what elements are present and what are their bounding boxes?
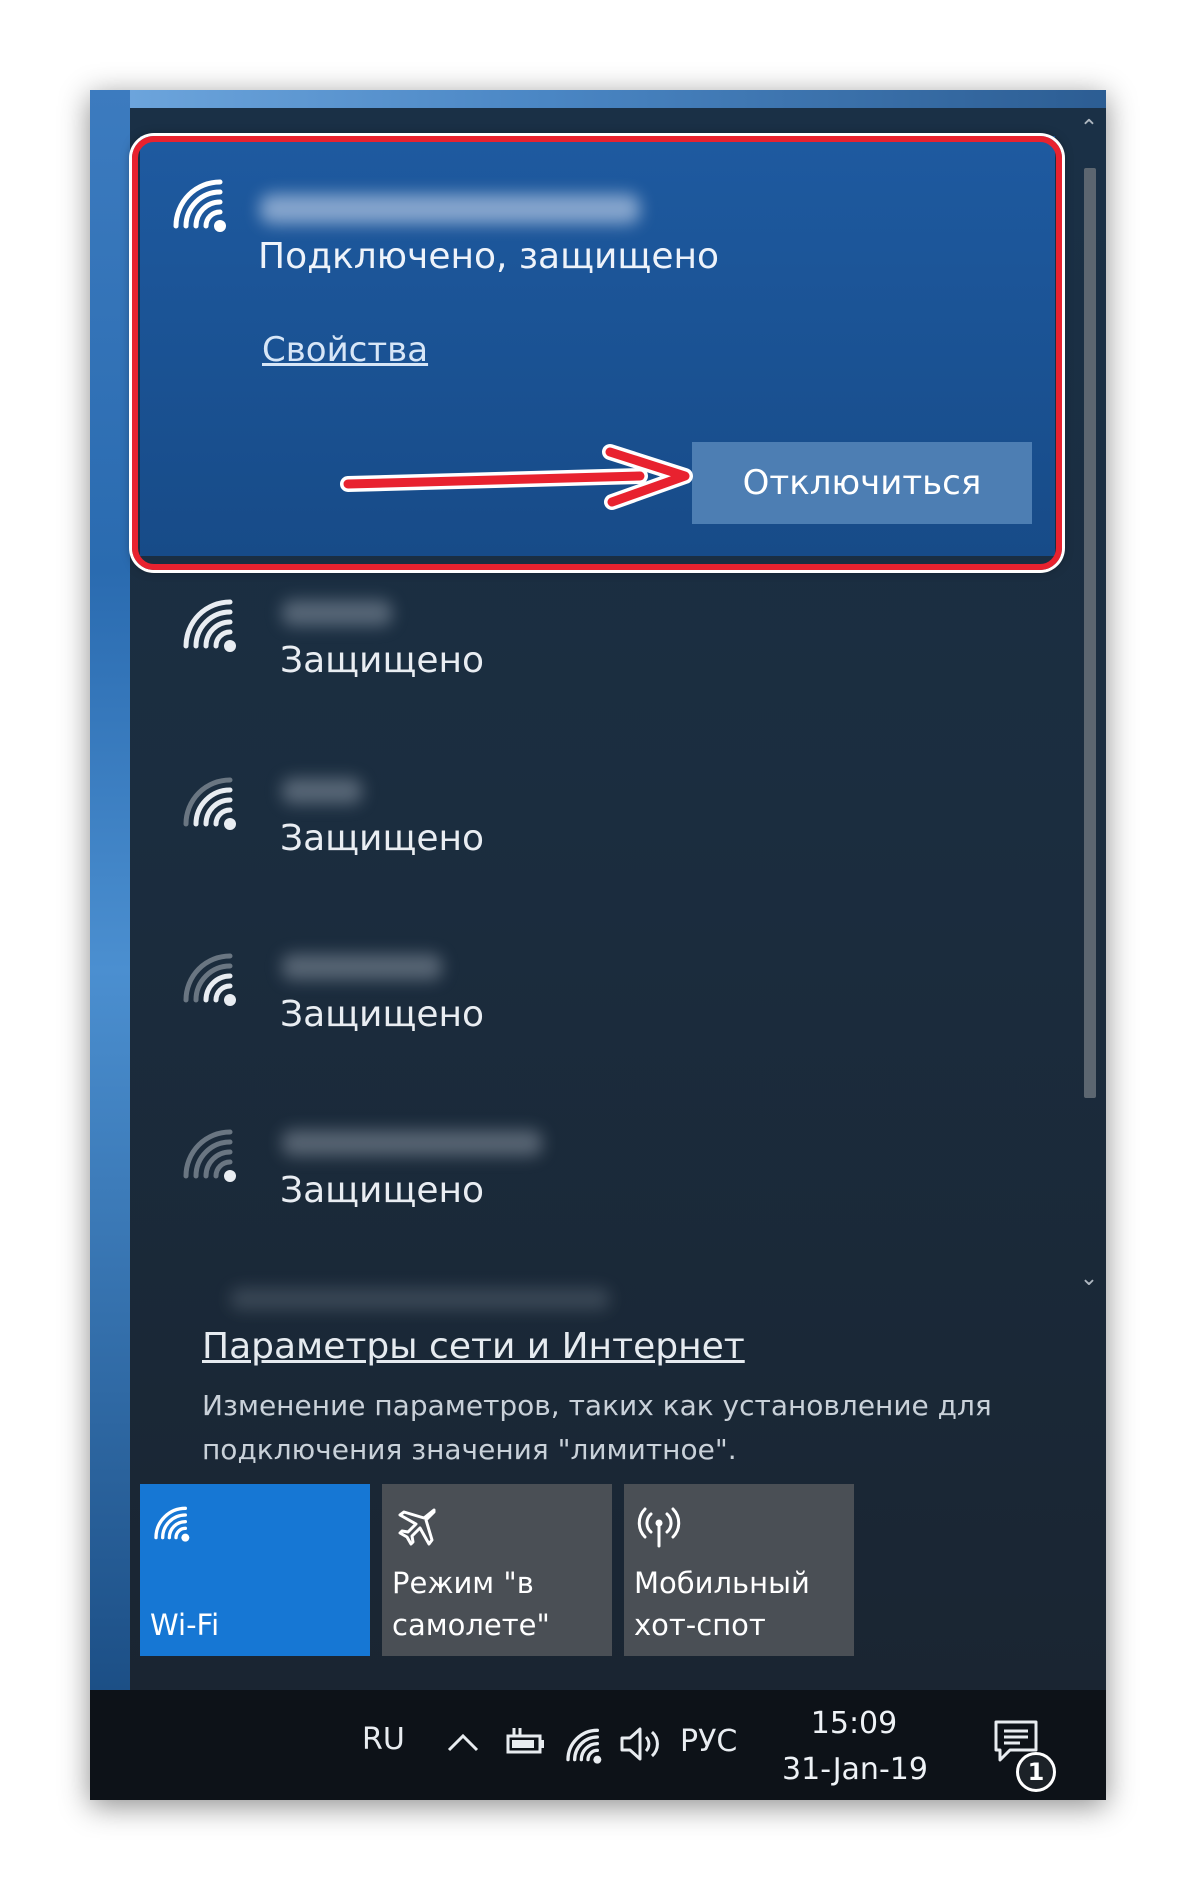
wifi-toggle-tile[interactable]: Wi-Fi bbox=[140, 1484, 370, 1656]
properties-link[interactable]: Свойства bbox=[262, 330, 428, 370]
clock-time[interactable]: 15:09 bbox=[798, 1706, 910, 1741]
wifi-icon bbox=[154, 1506, 190, 1542]
connected-network-card[interactable]: Подключено, защищено Свойства Отключитьс… bbox=[140, 136, 1055, 556]
battery-icon[interactable] bbox=[500, 1726, 548, 1758]
desktop-background-strip bbox=[90, 90, 130, 1690]
network-name-redacted bbox=[282, 1130, 542, 1156]
wifi-signal-icon bbox=[183, 953, 236, 1006]
network-name-redacted bbox=[282, 778, 362, 804]
network-status: Защищено bbox=[280, 1170, 485, 1211]
scrollbar[interactable] bbox=[1078, 148, 1100, 1248]
language-indicator[interactable]: RU bbox=[362, 1722, 405, 1757]
notification-count-badge: 1 bbox=[1016, 1752, 1056, 1792]
taskbar: RU РУС 15:09 31-Jan-19 1 bbox=[90, 1690, 1106, 1800]
mobile-hotspot-tile[interactable]: Мобильный хот-спот bbox=[624, 1484, 854, 1656]
wifi-tray-icon[interactable] bbox=[564, 1726, 604, 1764]
network-name-redacted bbox=[282, 954, 442, 980]
network-settings-link[interactable]: Параметры сети и Интернет bbox=[202, 1326, 745, 1367]
wifi-signal-icon bbox=[183, 1129, 236, 1182]
network-name-redacted bbox=[282, 600, 392, 626]
network-flyout-window: ⌃ ⌄ Подключено, защищено Свойства Отключ… bbox=[90, 90, 1106, 1800]
connection-status: Подключено, защищено bbox=[258, 236, 720, 277]
network-list-item[interactable]: Защищено bbox=[166, 950, 1006, 1100]
network-list-item[interactable]: Защищено bbox=[166, 774, 1006, 924]
network-status: Защищено bbox=[280, 640, 485, 681]
network-list-item-partial bbox=[230, 1288, 610, 1310]
network-name-redacted bbox=[260, 194, 640, 224]
wifi-signal-icon bbox=[183, 599, 236, 652]
disconnect-button[interactable]: Отключиться bbox=[692, 442, 1032, 524]
clock-date[interactable]: 31-Jan-19 bbox=[780, 1752, 930, 1787]
network-settings-description: Изменение параметров, таких как установл… bbox=[202, 1389, 992, 1466]
network-flyout: ⌃ ⌄ Подключено, защищено Свойства Отключ… bbox=[130, 108, 1106, 1690]
red-arrow-annotation bbox=[340, 444, 693, 510]
network-list-item[interactable]: Защищено bbox=[166, 1126, 1006, 1276]
input-language-indicator[interactable]: РУС bbox=[680, 1724, 737, 1759]
tile-label: Wi-Fi bbox=[150, 1608, 220, 1642]
network-list-item[interactable]: Защищено bbox=[166, 596, 1006, 746]
wifi-signal-icon bbox=[173, 179, 226, 232]
tile-label: Режим "в самолете" bbox=[392, 1566, 550, 1642]
airplane-icon bbox=[398, 1508, 436, 1546]
network-status: Защищено bbox=[280, 818, 485, 859]
tile-label: Мобильный хот-спот bbox=[634, 1566, 810, 1642]
desktop-background bbox=[90, 90, 1106, 108]
hotspot-icon bbox=[637, 1507, 681, 1548]
show-hidden-icons-chevron-icon[interactable] bbox=[446, 1730, 480, 1754]
scrollbar-thumb[interactable] bbox=[1084, 168, 1096, 1098]
volume-icon[interactable] bbox=[618, 1724, 664, 1764]
wifi-signal-icon bbox=[183, 777, 236, 830]
scroll-up-chevron-icon[interactable]: ⌃ bbox=[1076, 116, 1102, 142]
airplane-mode-tile[interactable]: Режим "в самолете" bbox=[382, 1484, 612, 1656]
scroll-down-chevron-icon[interactable]: ⌄ bbox=[1076, 1266, 1102, 1292]
network-status: Защищено bbox=[280, 994, 485, 1035]
